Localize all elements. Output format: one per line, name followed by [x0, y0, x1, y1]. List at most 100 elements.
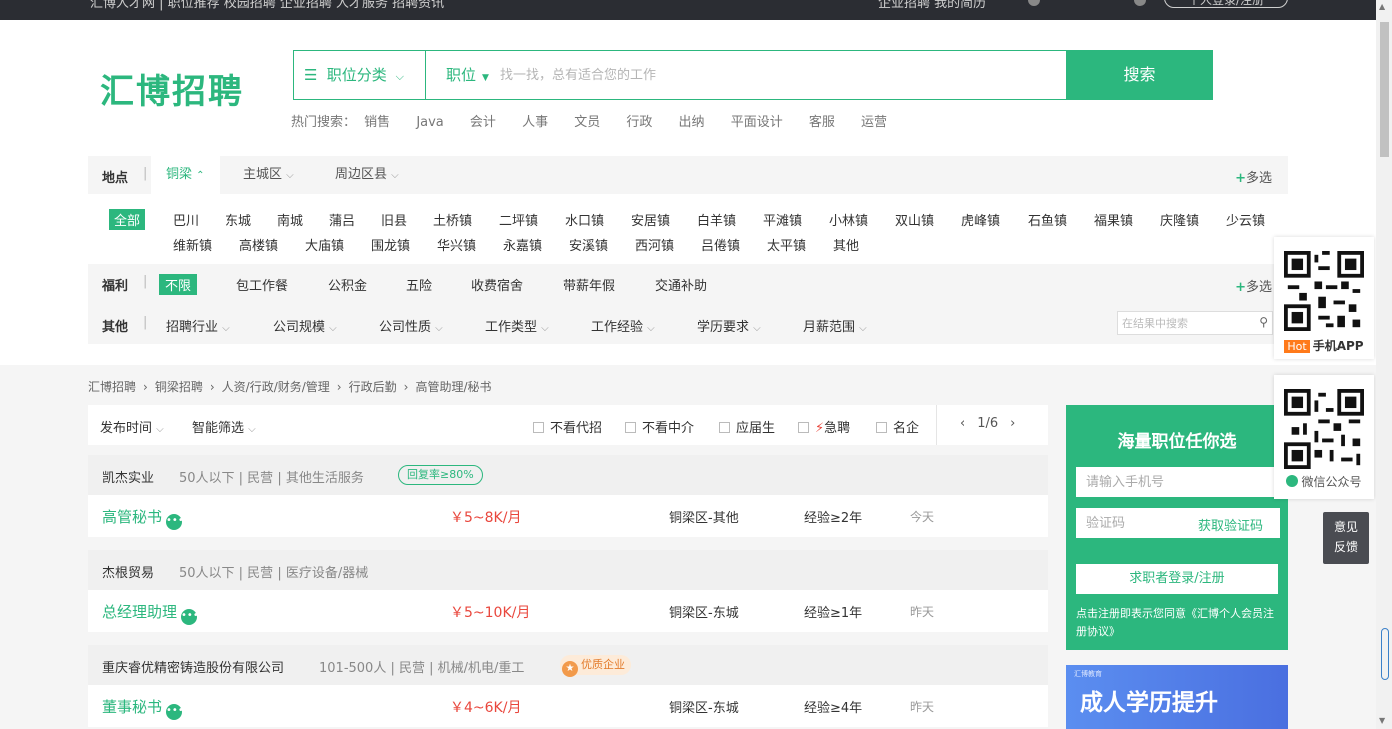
breadcrumb-item[interactable]: 汇博招聘 — [88, 380, 136, 394]
town-item[interactable]: 少云镇 — [1226, 210, 1265, 229]
chat-icon[interactable]: ••• — [166, 704, 184, 720]
scroll-down-icon[interactable]: ▼ — [1379, 716, 1385, 725]
town-item[interactable]: 维新镇 — [173, 235, 212, 254]
town-item[interactable]: 安居镇 — [631, 210, 670, 229]
prev-page-icon[interactable]: ‹ — [960, 416, 965, 431]
welfare-item[interactable]: 公积金 — [328, 275, 367, 294]
breadcrumb-item[interactable]: 高管助理/秘书 — [415, 380, 491, 394]
town-item[interactable]: 东城 — [225, 210, 251, 229]
smart-filter[interactable]: 智能筛选 ⌵ — [192, 417, 256, 436]
next-page-icon[interactable]: › — [1010, 416, 1015, 431]
education-dropdown[interactable]: 学历要求 ⌵ — [697, 316, 761, 335]
town-item[interactable]: 水口镇 — [565, 210, 604, 229]
town-item[interactable]: 吕倦镇 — [701, 235, 740, 254]
job-card[interactable]: 杰根贸易 50人以下 | 民营 | 医疗设备/器械 总经理助理 ••• ￥5~10… — [88, 550, 1048, 634]
town-item-all[interactable]: 全部 — [109, 209, 146, 230]
job-card[interactable]: 重庆睿优精密铸造股份有限公司 101-500人 | 民营 | 机械/机电/重工 … — [88, 645, 1048, 729]
job-card[interactable]: 凯杰实业 50人以下 | 民营 | 其他生活服务 回复率≥80% 高管秘书 •••… — [88, 455, 1048, 539]
search-button[interactable]: 搜索 — [1066, 50, 1213, 100]
checkbox[interactable] — [719, 422, 730, 433]
breadcrumb-item[interactable]: 铜梁招聘 — [155, 380, 203, 394]
town-item[interactable]: 庆隆镇 — [1160, 210, 1199, 229]
town-item[interactable]: 高楼镇 — [239, 235, 278, 254]
hot-term[interactable]: 运营 — [861, 115, 887, 130]
phone-input[interactable] — [1076, 467, 1280, 497]
search-type-select[interactable]: 职位 ▼ — [446, 51, 489, 99]
welfare-item[interactable]: 五险 — [406, 275, 432, 294]
login-pill-button[interactable]: 个人登录/注册 — [1164, 0, 1288, 8]
job-category-dropdown[interactable]: ☰ 职位分类 ⌵ — [294, 51, 426, 99]
site-logo[interactable]: 汇博招聘 — [100, 64, 244, 113]
hot-term[interactable]: 人事 — [522, 115, 548, 130]
breadcrumb-item[interactable]: 行政后勤 — [349, 380, 397, 394]
top-nav-links[interactable]: 汇博人才网 | 职位推荐 校园招聘 企业招聘 人才服务 招聘资讯 — [90, 0, 444, 11]
experience-dropdown[interactable]: 工作经验 ⌵ — [591, 316, 655, 335]
wechat-qr-card[interactable]: 微信公众号 — [1274, 375, 1374, 499]
app-qr-card[interactable]: Hot 手机APP — [1274, 237, 1374, 359]
town-item[interactable]: 永嘉镇 — [503, 235, 542, 254]
check-fresh-graduate[interactable]: 应届生 — [719, 417, 775, 436]
top-nav-right[interactable]: 企业招聘 我的简历 — [878, 0, 986, 11]
job-title[interactable]: 总经理助理 ••• — [102, 601, 199, 625]
town-item[interactable]: 巴川 — [173, 210, 199, 229]
welfare-item[interactable]: 包工作餐 — [236, 275, 288, 294]
check-urgent[interactable]: ⚡急聘 — [798, 417, 850, 436]
hot-term[interactable]: 会计 — [470, 115, 496, 130]
scroll-up-icon[interactable]: ▲ — [1379, 2, 1385, 11]
town-item[interactable]: 平滩镇 — [763, 210, 802, 229]
welfare-item[interactable]: 带薪年假 — [563, 275, 615, 294]
chat-icon[interactable]: ••• — [166, 514, 184, 530]
tab-main-district[interactable]: 主城区 ⌵ — [243, 156, 294, 194]
checkbox[interactable] — [533, 422, 544, 433]
search-icon[interactable]: ⚲ — [1259, 315, 1268, 329]
job-title[interactable]: 高管秘书 ••• — [102, 506, 184, 530]
welfare-multi-select[interactable]: +多选 — [1235, 276, 1272, 295]
salary-range-dropdown[interactable]: 月薪范围 ⌵ — [803, 316, 867, 335]
search-input[interactable] — [500, 63, 1060, 87]
page-scrollbar[interactable]: ▲ ▼ — [1376, 0, 1392, 729]
checkbox[interactable] — [625, 422, 636, 433]
hot-term[interactable]: 客服 — [809, 115, 835, 130]
town-item[interactable]: 白羊镇 — [697, 210, 736, 229]
check-no-intermediary[interactable]: 不看中介 — [625, 417, 694, 436]
town-item[interactable]: 二坪镇 — [499, 210, 538, 229]
town-item[interactable]: 其他 — [833, 235, 859, 254]
town-item[interactable]: 福果镇 — [1094, 210, 1133, 229]
town-item[interactable]: 小林镇 — [829, 210, 868, 229]
scrollbar-thumb[interactable] — [1380, 22, 1389, 157]
checkbox[interactable] — [798, 422, 809, 433]
town-item[interactable]: 华兴镇 — [437, 235, 476, 254]
education-banner[interactable]: 汇博教育 成人学历提升 — [1066, 665, 1288, 729]
welfare-unlimited[interactable]: 不限 — [159, 274, 198, 295]
company-type-dropdown[interactable]: 公司性质 ⌵ — [379, 316, 443, 335]
town-item[interactable]: 石鱼镇 — [1028, 210, 1067, 229]
get-code-button[interactable]: 获取验证码 — [1198, 515, 1263, 534]
town-item[interactable]: 旧县 — [381, 210, 407, 229]
company-name[interactable]: 杰根贸易 — [102, 562, 154, 581]
welfare-item[interactable]: 收费宿舍 — [471, 275, 523, 294]
feedback-button[interactable]: 意见 反馈 — [1323, 512, 1369, 564]
hot-term[interactable]: 平面设计 — [731, 115, 783, 130]
login-register-button[interactable]: 求职者登录/注册 — [1076, 564, 1278, 594]
check-famous-company[interactable]: 名企 — [876, 417, 919, 436]
town-item[interactable]: 西河镇 — [635, 235, 674, 254]
town-item[interactable]: 围龙镇 — [371, 235, 410, 254]
company-name[interactable]: 凯杰实业 — [102, 467, 154, 486]
checkbox[interactable] — [876, 422, 887, 433]
company-name[interactable]: 重庆睿优精密铸造股份有限公司 — [102, 657, 284, 676]
town-item[interactable]: 安溪镇 — [569, 235, 608, 254]
result-search-input[interactable] — [1118, 312, 1248, 334]
tab-surrounding-counties[interactable]: 周边区县 ⌵ — [335, 156, 399, 194]
hot-term[interactable]: 销售 — [364, 115, 390, 130]
chat-icon[interactable]: ••• — [181, 609, 199, 625]
breadcrumb-item[interactable]: 人资/行政/财务/管理 — [222, 380, 330, 394]
location-multi-select[interactable]: +多选 — [1235, 167, 1272, 186]
industry-dropdown[interactable]: 招聘行业 ⌵ — [166, 316, 230, 335]
hot-term[interactable]: 行政 — [626, 115, 652, 130]
town-item[interactable]: 南城 — [277, 210, 303, 229]
town-item[interactable]: 大庙镇 — [305, 235, 344, 254]
hot-term[interactable]: 出纳 — [679, 115, 705, 130]
hot-term[interactable]: 文员 — [574, 115, 600, 130]
tab-tongliang[interactable]: 铜梁 ⌃ — [151, 156, 220, 194]
town-item[interactable]: 太平镇 — [767, 235, 806, 254]
